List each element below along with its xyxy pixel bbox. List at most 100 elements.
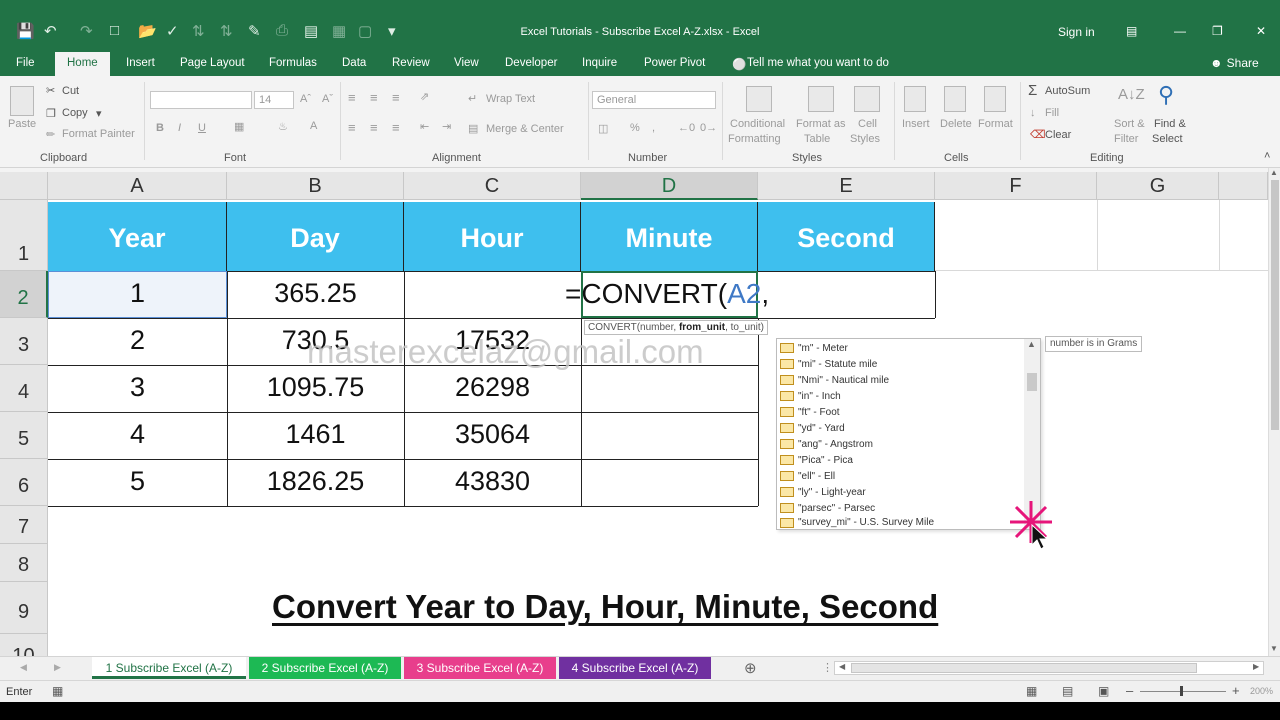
cell-a4[interactable]: 3 xyxy=(48,372,227,403)
cell-b6[interactable]: 1826.25 xyxy=(227,466,404,497)
list-item[interactable]: "parsec" - Parsec xyxy=(780,500,875,516)
conditional-formatting-button[interactable]: Conditional xyxy=(730,118,785,130)
share-button[interactable]: ☻ Share xyxy=(1210,56,1259,70)
select-all-button[interactable] xyxy=(0,172,48,200)
row-header-5[interactable]: 5 xyxy=(0,412,48,459)
unit-autocomplete-list[interactable]: "m" - Meter "mi" - Statute mile "Nmi" - … xyxy=(776,338,1041,530)
number-format-box[interactable]: General xyxy=(592,91,716,109)
fill-button[interactable]: Fill xyxy=(1045,107,1059,119)
header-hour[interactable]: Hour xyxy=(404,202,581,271)
column-header-g[interactable]: G xyxy=(1097,172,1219,200)
ribbon-display-options-icon[interactable]: ▤ xyxy=(1126,24,1137,38)
sheet-tab-4[interactable]: 4 Subscribe Excel (A-Z) xyxy=(559,657,711,679)
list-item[interactable]: "yd" - Yard xyxy=(780,420,845,436)
fill-color-icon[interactable]: ♨ xyxy=(278,120,288,133)
scroll-thumb[interactable] xyxy=(851,663,1197,673)
header-year[interactable]: Year xyxy=(48,202,227,271)
format-as-table-icon[interactable] xyxy=(808,86,834,112)
split-handle-icon[interactable]: ⋮ xyxy=(822,661,833,674)
list-item[interactable]: "ft" - Foot xyxy=(780,404,840,420)
cell-a6[interactable]: 5 xyxy=(48,466,227,497)
tab-file[interactable]: File xyxy=(16,57,35,69)
cell-a3[interactable]: 2 xyxy=(48,325,227,356)
tab-inquire[interactable]: Inquire xyxy=(582,57,617,69)
sort-filter-button-line2[interactable]: Filter xyxy=(1114,133,1138,145)
tab-developer[interactable]: Developer xyxy=(505,57,557,69)
list-item[interactable]: "ly" - Light-year xyxy=(780,484,866,500)
sign-in-link[interactable]: Sign in xyxy=(1058,25,1095,39)
orientation-icon[interactable]: ⇗ xyxy=(420,90,429,103)
scroll-up-icon[interactable]: ▲ xyxy=(1027,339,1036,349)
list-item[interactable]: "mi" - Statute mile xyxy=(780,356,877,372)
scroll-left-icon[interactable]: ◀ xyxy=(839,662,845,671)
row-header-1[interactable]: 1 xyxy=(0,200,48,271)
format-painter-button[interactable]: Format Painter xyxy=(62,128,135,140)
tell-me-search[interactable]: Tell me what you want to do xyxy=(747,57,889,69)
cell-c4[interactable]: 26298 xyxy=(404,372,581,403)
paste-button[interactable]: Paste xyxy=(8,118,36,130)
cell-b4[interactable]: 1095.75 xyxy=(227,372,404,403)
list-item[interactable]: "survey_mi" - U.S. Survey Mile xyxy=(780,516,934,529)
zoom-level[interactable]: 200% xyxy=(1250,686,1273,696)
column-header-c[interactable]: C xyxy=(404,172,581,200)
cell-styles-button-line2[interactable]: Styles xyxy=(850,133,880,145)
row-header-4[interactable]: 4 xyxy=(0,365,48,412)
page-layout-view-icon[interactable]: ▤ xyxy=(1062,684,1073,698)
cell-b2[interactable]: 365.25 xyxy=(227,278,404,309)
insert-cells-button[interactable]: Insert xyxy=(902,118,930,130)
italic-button[interactable]: I xyxy=(178,122,181,134)
scroll-down-icon[interactable]: ▼ xyxy=(1270,644,1278,653)
font-color-icon[interactable]: A xyxy=(310,120,317,132)
header-minute[interactable]: Minute xyxy=(581,202,758,271)
tab-page-layout[interactable]: Page Layout xyxy=(180,57,245,69)
delete-cells-icon[interactable] xyxy=(944,86,966,112)
vertical-scrollbar[interactable]: ▲ ▼ xyxy=(1268,168,1280,656)
row-header-10[interactable]: 10 xyxy=(0,634,48,656)
column-header-f[interactable]: F xyxy=(935,172,1097,200)
align-top-icon[interactable]: ≡ xyxy=(348,90,356,105)
tab-view[interactable]: View xyxy=(454,57,479,69)
borders-icon[interactable]: ▦ xyxy=(234,120,244,133)
merge-center-button[interactable]: Merge & Center xyxy=(486,123,564,135)
conditional-formatting-button-line2[interactable]: Formatting xyxy=(728,133,781,145)
tab-review[interactable]: Review xyxy=(392,57,430,69)
close-icon[interactable]: ✕ xyxy=(1256,24,1266,38)
format-as-table-button[interactable]: Format as xyxy=(796,118,846,130)
normal-view-icon[interactable]: ▦ xyxy=(1026,684,1037,698)
zoom-slider[interactable] xyxy=(1140,691,1226,692)
header-day[interactable]: Day xyxy=(227,202,404,271)
minimize-icon[interactable]: — xyxy=(1174,24,1186,38)
scroll-thumb[interactable] xyxy=(1027,373,1037,391)
format-as-table-button-line2[interactable]: Table xyxy=(804,133,830,145)
column-header-e[interactable]: E xyxy=(758,172,935,200)
tab-power-pivot[interactable]: Power Pivot xyxy=(644,57,705,69)
row-header-6[interactable]: 6 xyxy=(0,459,48,506)
cell-a5[interactable]: 4 xyxy=(48,419,227,450)
sheet-tab-2[interactable]: 2 Subscribe Excel (A-Z) xyxy=(249,657,401,679)
zoom-in-icon[interactable]: + xyxy=(1232,683,1240,698)
scroll-tabs-left-icon[interactable]: ◀ xyxy=(20,662,27,673)
cell-styles-icon[interactable] xyxy=(854,86,880,112)
row-header-3[interactable]: 3 xyxy=(0,318,48,365)
tab-data[interactable]: Data xyxy=(342,57,366,69)
macro-recording-icon[interactable]: ▦ xyxy=(52,684,63,698)
copy-button[interactable]: Copy xyxy=(62,107,88,119)
accounting-icon[interactable]: ◫ xyxy=(598,122,608,135)
horizontal-scrollbar[interactable]: ◀ ▶ xyxy=(834,661,1264,675)
add-sheet-icon[interactable]: ⊕ xyxy=(744,659,757,677)
cell-c6[interactable]: 43830 xyxy=(404,466,581,497)
scroll-right-icon[interactable]: ▶ xyxy=(1253,662,1259,671)
insert-cells-icon[interactable] xyxy=(904,86,926,112)
scroll-thumb[interactable] xyxy=(1271,180,1279,430)
column-header-a[interactable]: A xyxy=(48,172,227,200)
chevron-down-icon[interactable]: ▾ xyxy=(96,107,102,120)
page-break-view-icon[interactable]: ▣ xyxy=(1098,684,1109,698)
list-item[interactable]: "in" - Inch xyxy=(780,388,841,404)
cell-b5[interactable]: 1461 xyxy=(227,419,404,450)
cell-a2[interactable]: 1 xyxy=(48,278,227,309)
delete-cells-button[interactable]: Delete xyxy=(940,118,972,130)
find-select-button[interactable]: Find & xyxy=(1154,118,1186,130)
column-header-b[interactable]: B xyxy=(227,172,404,200)
font-size-box[interactable]: 14 xyxy=(254,91,294,109)
row-header-9[interactable]: 9 xyxy=(0,582,48,634)
